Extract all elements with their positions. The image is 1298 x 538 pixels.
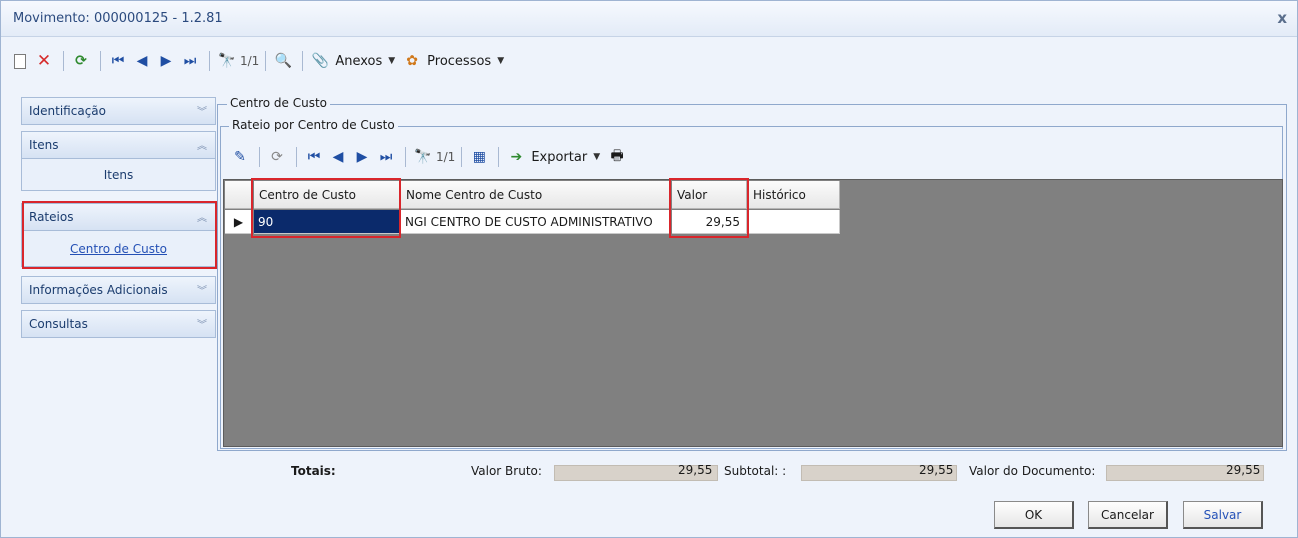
movimento-window: Movimento: 000000125 - 1.2.81 x ✕ ⟳ ⏮ ◀ … <box>0 0 1298 538</box>
sidebar-item-informacoes-adicionais[interactable]: Informações Adicionais ︾ <box>21 276 216 304</box>
processos-dropdown-icon[interactable]: ▼ <box>497 56 504 66</box>
sidebar-item-label: Rateios <box>29 210 74 224</box>
chevron-down-icon: ︾ <box>197 286 207 297</box>
next-record-icon[interactable]: ▶ <box>351 145 373 169</box>
sidebar-item-identificacao[interactable]: Identificação ︾ <box>21 97 216 125</box>
sidebar-item-centro-de-custo[interactable]: Centro de Custo <box>21 231 216 267</box>
salvar-button[interactable]: Salvar <box>1183 501 1263 529</box>
centro-de-custo-link[interactable]: Centro de Custo <box>70 242 167 256</box>
cell-historico[interactable] <box>748 210 840 234</box>
refresh-icon[interactable]: ⟳ <box>70 49 92 73</box>
delete-icon[interactable]: ✕ <box>33 49 55 73</box>
valor-documento-label: Valor do Documento: <box>969 464 1096 478</box>
title-bar: Movimento: 000000125 - 1.2.81 x <box>1 1 1297 37</box>
anexos-dropdown-icon[interactable]: ▼ <box>388 56 395 66</box>
sidebar-item-label: Itens <box>103 167 134 182</box>
columns-icon[interactable]: ▦ <box>468 145 490 169</box>
column-header-centro-de-custo[interactable]: Centro de Custo <box>254 181 400 209</box>
group-title-centro-de-custo: Centro de Custo <box>227 96 330 110</box>
toolbar-separator <box>100 51 101 71</box>
cell-valor[interactable]: 29,55 <box>672 210 747 234</box>
edit-icon[interactable]: ✎ <box>229 145 251 169</box>
group-title-rateio: Rateio por Centro de Custo <box>229 118 398 132</box>
grid-toolbar: ✎ ⟳ ⏮ ◀ ▶ ⏭ 🔭 1/1 ▦ ➔ Exportar ▼ 🖶 <box>225 141 1279 173</box>
subtotal-value: 29,55 <box>919 463 954 477</box>
chevron-down-icon: ︾ <box>197 320 207 331</box>
processos-icon[interactable]: ✿ <box>401 49 423 73</box>
valor-documento-value: 29,55 <box>1226 463 1261 477</box>
ok-button[interactable]: OK <box>994 501 1074 529</box>
subtotal-label: Subtotal: : <box>724 464 787 478</box>
valor-bruto-value: 29,55 <box>678 463 713 477</box>
first-record-icon[interactable]: ⏮ <box>303 145 325 169</box>
column-header-nome-centro-de-custo[interactable]: Nome Centro de Custo <box>401 181 671 209</box>
cancelar-button[interactable]: Cancelar <box>1088 501 1168 529</box>
print-icon[interactable]: 🖶 <box>606 145 628 169</box>
sidebar-item-label: Consultas <box>29 317 88 331</box>
grid-corner-header <box>225 181 253 209</box>
toolbar-separator <box>63 51 64 71</box>
first-record-icon[interactable]: ⏮ <box>107 49 129 73</box>
sidebar-header-rateios[interactable]: Rateios ︽ <box>21 203 216 231</box>
sidebar-item-label: Informações Adicionais <box>29 283 168 297</box>
previous-record-icon[interactable]: ◀ <box>131 49 153 73</box>
sidebar-item-label: Identificação <box>29 104 106 118</box>
toolbar-separator <box>265 51 267 71</box>
toolbar-separator <box>461 147 463 167</box>
window-title: Movimento: 000000125 - 1.2.81 <box>13 11 223 26</box>
exportar-dropdown-icon[interactable]: ▼ <box>593 152 600 162</box>
toolbar-separator <box>405 147 406 167</box>
cell-nome-centro-de-custo[interactable]: NGI CENTRO DE CUSTO ADMINISTRATIVO <box>401 210 671 234</box>
search-binoculars-icon[interactable]: 🔭 <box>216 49 238 73</box>
previous-record-icon[interactable]: ◀ <box>327 145 349 169</box>
next-record-icon[interactable]: ▶ <box>155 49 177 73</box>
last-record-icon[interactable]: ⏭ <box>375 145 397 169</box>
column-header-historico[interactable]: Histórico <box>748 181 840 209</box>
toolbar-separator <box>498 147 500 167</box>
cell-centro-de-custo[interactable]: 90 <box>254 210 400 234</box>
new-document-icon[interactable] <box>9 49 31 73</box>
chevron-up-icon: ︽ <box>197 213 207 224</box>
toolbar-separator <box>209 51 210 71</box>
totals-label: Totais: <box>291 464 336 478</box>
row-indicator-icon[interactable]: ▶ <box>225 210 253 234</box>
main-toolbar: ✕ ⟳ ⏮ ◀ ▶ ⏭ 🔭 1/1 🔍 📎 Anexos ▼ ✿ Process… <box>1 41 1297 81</box>
export-icon[interactable]: ➔ <box>505 145 527 169</box>
valor-bruto-label: Valor Bruto: <box>471 464 542 478</box>
toolbar-separator <box>259 147 260 167</box>
chevron-up-icon: ︽ <box>197 141 207 152</box>
attachment-icon[interactable]: 📎 <box>309 49 331 73</box>
close-button[interactable]: x <box>1277 9 1287 27</box>
processos-button[interactable]: Processos <box>427 54 491 69</box>
grid-record-position: 1/1 <box>436 150 456 164</box>
exportar-button[interactable]: Exportar <box>531 150 587 165</box>
anexos-button[interactable]: Anexos <box>335 54 382 69</box>
chevron-down-icon: ︾ <box>197 107 207 118</box>
search-binoculars-icon[interactable]: 🔭 <box>412 145 434 169</box>
toolbar-separator <box>302 51 304 71</box>
sidebar-item-consultas[interactable]: Consultas ︾ <box>21 310 216 338</box>
record-position: 1/1 <box>240 54 260 68</box>
refresh-icon[interactable]: ⟳ <box>266 145 288 169</box>
zoom-search-icon[interactable]: 🔍 <box>272 49 294 73</box>
sidebar-item-label: Itens <box>29 138 59 152</box>
sidebar-item-itens[interactable]: Itens <box>21 159 216 191</box>
last-record-icon[interactable]: ⏭ <box>179 49 201 73</box>
sidebar-header-itens[interactable]: Itens ︽ <box>21 131 216 159</box>
column-header-valor[interactable]: Valor <box>672 181 747 209</box>
toolbar-separator <box>296 147 297 167</box>
